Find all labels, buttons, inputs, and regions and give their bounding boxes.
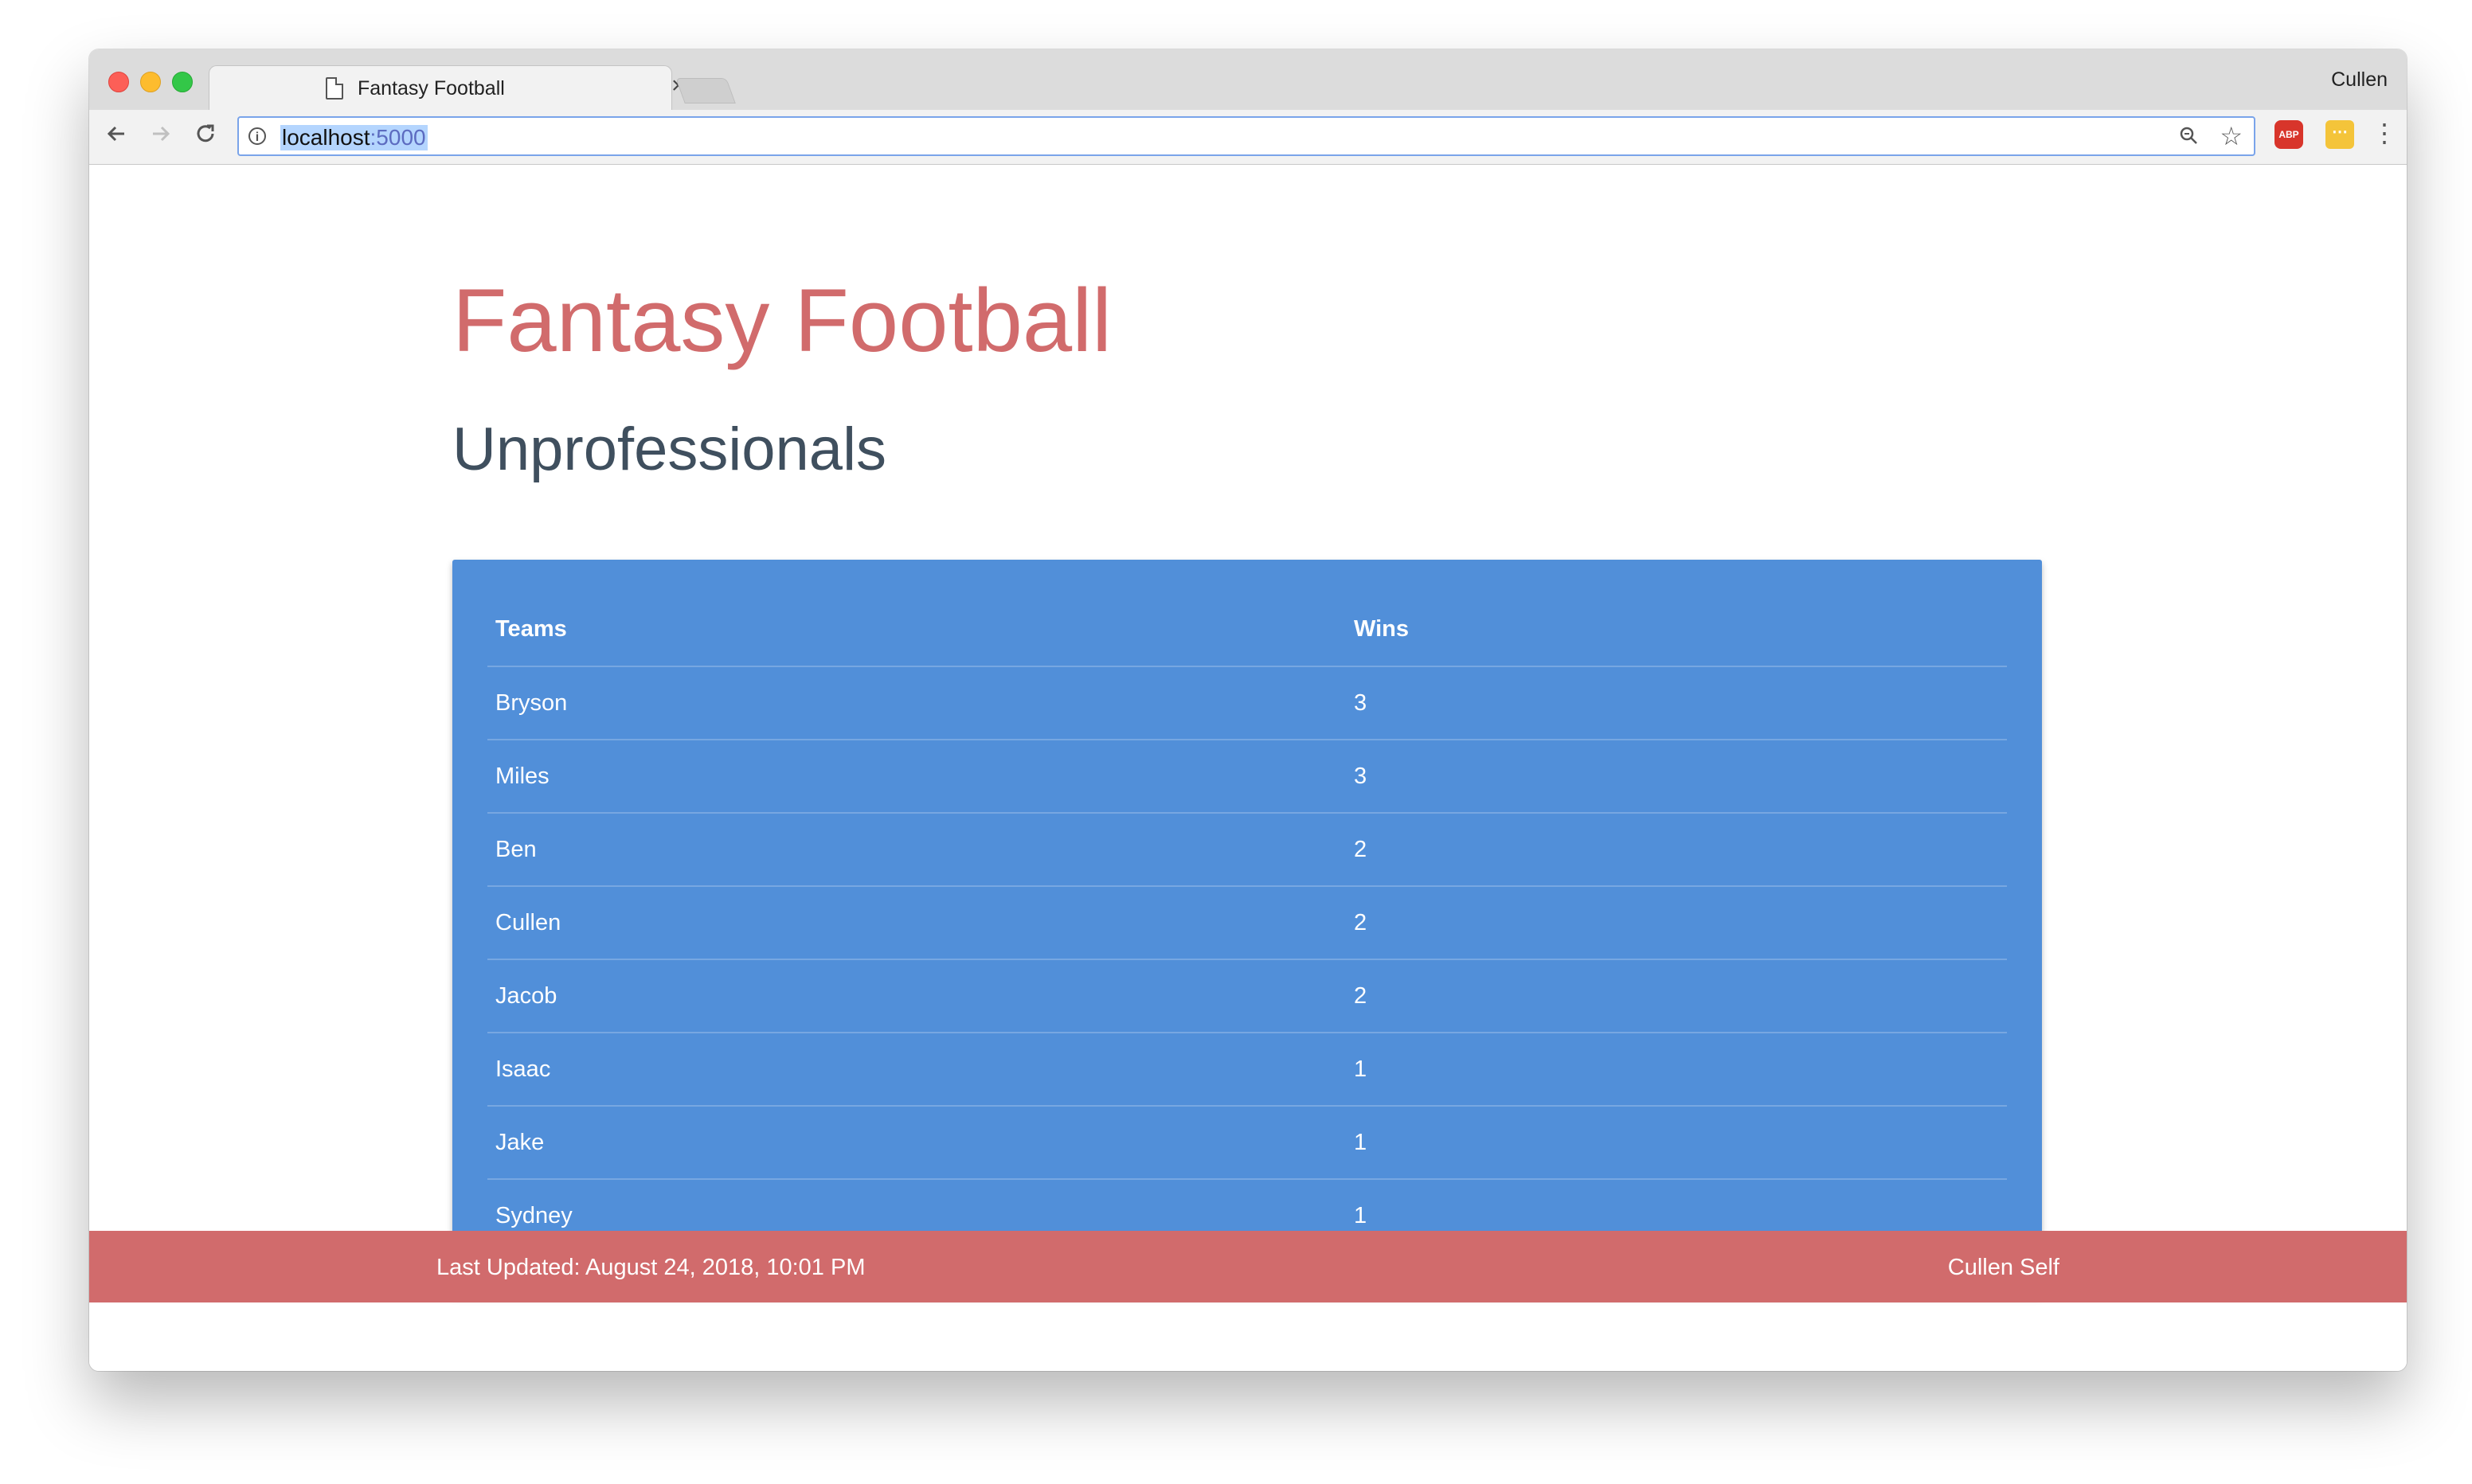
standings-card: Teams Wins Bryson 3 Miles 3 Ben 2 Cullen… <box>452 560 2042 1295</box>
team-cell: Bryson <box>487 666 1346 740</box>
wins-cell: 2 <box>1346 886 2007 960</box>
back-button[interactable] <box>100 118 132 150</box>
arrow-left-icon <box>107 126 124 142</box>
column-header-teams: Teams <box>487 593 1346 667</box>
wins-cell: 3 <box>1346 666 2007 740</box>
team-cell: Cullen <box>487 886 1346 960</box>
page-content: Fantasy Football Unprofessionals Teams W… <box>89 165 2407 1371</box>
menu-kebab-icon[interactable]: ⋮ <box>2372 118 2397 148</box>
column-header-wins: Wins <box>1346 593 2007 667</box>
reload-icon <box>197 124 214 143</box>
arrow-right-icon <box>153 126 170 142</box>
close-window-button[interactable] <box>108 72 129 92</box>
league-name: Unprofessionals <box>452 416 886 483</box>
standings-table: Teams Wins Bryson 3 Miles 3 Ben 2 Cullen… <box>487 593 2007 1253</box>
team-cell: Jake <box>487 1106 1346 1180</box>
zoom-window-button[interactable] <box>172 72 193 92</box>
table-row: Ben 2 <box>487 813 2007 887</box>
title-bar: Fantasy Football × Cullen <box>89 49 2407 112</box>
table-row: Isaac 1 <box>487 1033 2007 1107</box>
url-host: localhost <box>282 125 370 150</box>
table-row: Bryson 3 <box>487 666 2007 740</box>
minimize-window-button[interactable] <box>140 72 161 92</box>
table-row: Jacob 2 <box>487 959 2007 1033</box>
table-row: Miles 3 <box>487 740 2007 814</box>
team-cell: Isaac <box>487 1033 1346 1107</box>
team-cell: Ben <box>487 813 1346 887</box>
forward-button[interactable] <box>145 118 177 150</box>
info-icon[interactable]: i <box>248 127 266 145</box>
new-tab-button[interactable] <box>675 78 736 103</box>
address-bar[interactable]: i localhost:5000 ☆ <box>237 116 2255 156</box>
table-header-row: Teams Wins <box>487 593 2007 667</box>
browser-toolbar: i localhost:5000 ☆ ABP ⋯ ⋮ <box>89 110 2407 165</box>
page-icon <box>326 77 343 100</box>
tab-title: Fantasy Football <box>358 77 505 100</box>
page-footer: Last Updated: August 24, 2018, 10:01 PM … <box>89 1231 2407 1302</box>
browser-window: Fantasy Football × Cullen i localhost:50… <box>89 49 2407 1371</box>
url-text[interactable]: localhost:5000 <box>280 125 428 150</box>
star-bookmark-icon[interactable]: ☆ <box>2220 121 2243 151</box>
author-name: Cullen Self <box>1947 1255 2059 1280</box>
url-port: :5000 <box>370 125 426 150</box>
wins-cell: 1 <box>1346 1106 2007 1180</box>
wins-cell: 2 <box>1346 813 2007 887</box>
last-updated-text: Last Updated: August 24, 2018, 10:01 PM <box>436 1255 866 1280</box>
wins-cell: 1 <box>1346 1033 2007 1107</box>
profile-button[interactable]: Cullen <box>2331 68 2388 92</box>
reload-button[interactable] <box>190 118 221 150</box>
adblock-extension-icon[interactable]: ABP <box>2274 120 2303 149</box>
table-row: Cullen 2 <box>487 886 2007 960</box>
wins-cell: 3 <box>1346 740 2007 814</box>
team-cell: Jacob <box>487 959 1346 1033</box>
tab-fantasy-football[interactable]: Fantasy Football × <box>209 65 686 112</box>
page-title: Fantasy Football <box>452 271 1112 370</box>
zoom-icon[interactable] <box>2179 126 2198 145</box>
table-row: Jake 1 <box>487 1106 2007 1180</box>
wins-cell: 2 <box>1346 959 2007 1033</box>
team-cell: Miles <box>487 740 1346 814</box>
extension-icon[interactable]: ⋯ <box>2325 120 2354 149</box>
